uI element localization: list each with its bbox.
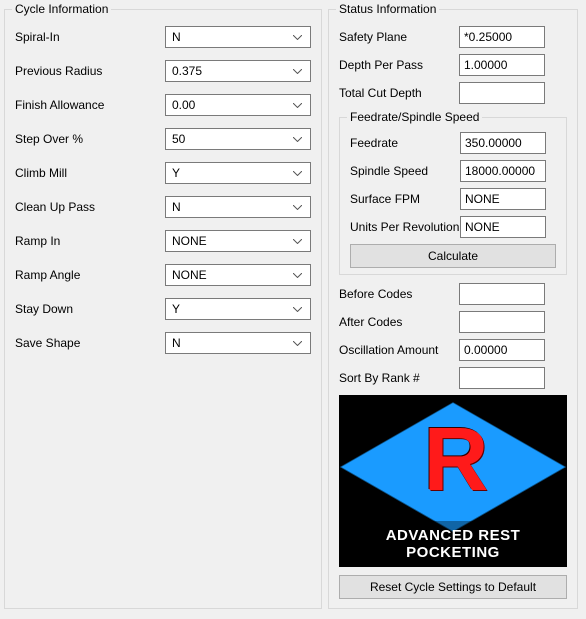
reset-cycle-button[interactable]: Reset Cycle Settings to Default — [339, 575, 567, 599]
combo-stay-down[interactable]: Y — [165, 298, 311, 320]
row-spiral-in: Spiral-In N — [15, 26, 311, 48]
input-units-per-rev[interactable] — [460, 216, 546, 238]
cycle-information-legend: Cycle Information — [12, 2, 111, 16]
row-sort-by-rank: Sort By Rank # — [339, 367, 567, 389]
input-before-codes[interactable] — [459, 283, 545, 305]
label-climb-mill: Climb Mill — [15, 166, 165, 180]
row-climb-mill: Climb Mill Y — [15, 162, 311, 184]
chevron-down-icon — [289, 96, 306, 114]
combo-climb-mill[interactable]: Y — [165, 162, 311, 184]
chevron-down-icon — [289, 232, 306, 250]
combo-previous-radius[interactable]: 0.375 — [165, 60, 311, 82]
label-surface-fpm: Surface FPM — [350, 192, 460, 206]
row-clean-up-pass: Clean Up Pass N — [15, 196, 311, 218]
combo-step-over[interactable]: 50 — [165, 128, 311, 150]
combo-clean-up-pass[interactable]: N — [165, 196, 311, 218]
label-depth-per-pass: Depth Per Pass — [339, 58, 459, 72]
row-surface-fpm: Surface FPM — [350, 188, 556, 210]
row-finish-allowance: Finish Allowance 0.00 — [15, 94, 311, 116]
status-information-legend: Status Information — [336, 2, 439, 16]
row-ramp-angle: Ramp Angle NONE — [15, 264, 311, 286]
chevron-down-icon — [289, 164, 306, 182]
row-step-over: Step Over % 50 — [15, 128, 311, 150]
input-feedrate[interactable] — [460, 132, 546, 154]
row-units-per-rev: Units Per Revolution — [350, 216, 556, 238]
row-stay-down: Stay Down Y — [15, 298, 311, 320]
chevron-down-icon — [289, 198, 306, 216]
input-total-cut-depth[interactable] — [459, 82, 545, 104]
row-save-shape: Save Shape N — [15, 332, 311, 354]
label-total-cut-depth: Total Cut Depth — [339, 86, 459, 100]
input-depth-per-pass[interactable] — [459, 54, 545, 76]
label-feedrate: Feedrate — [350, 136, 460, 150]
row-depth-per-pass: Depth Per Pass — [339, 54, 567, 76]
feedrate-spindle-group: Feedrate/Spindle Speed Feedrate Spindle … — [339, 110, 567, 275]
input-after-codes[interactable] — [459, 311, 545, 333]
combo-finish-allowance[interactable]: 0.00 — [165, 94, 311, 116]
label-oscillation-amount: Oscillation Amount — [339, 343, 459, 357]
label-units-per-rev: Units Per Revolution — [350, 220, 460, 234]
label-safety-plane: Safety Plane — [339, 30, 459, 44]
label-previous-radius: Previous Radius — [15, 64, 165, 78]
input-safety-plane[interactable] — [459, 26, 545, 48]
preview-caption: ADVANCED REST POCKETING — [339, 521, 567, 567]
chevron-down-icon — [289, 28, 306, 46]
combo-ramp-in[interactable]: NONE — [165, 230, 311, 252]
label-spindle-speed: Spindle Speed — [350, 164, 460, 178]
calculate-button[interactable]: Calculate — [350, 244, 556, 268]
label-spiral-in: Spiral-In — [15, 30, 165, 44]
label-stay-down: Stay Down — [15, 302, 165, 316]
row-oscillation-amount: Oscillation Amount — [339, 339, 567, 361]
row-ramp-in: Ramp In NONE — [15, 230, 311, 252]
row-before-codes: Before Codes — [339, 283, 567, 305]
row-total-cut-depth: Total Cut Depth — [339, 82, 567, 104]
label-ramp-in: Ramp In — [15, 234, 165, 248]
chevron-down-icon — [289, 266, 306, 284]
feedrate-spindle-legend: Feedrate/Spindle Speed — [347, 110, 482, 124]
combo-spiral-in[interactable]: N — [165, 26, 311, 48]
input-oscillation-amount[interactable] — [459, 339, 545, 361]
row-feedrate: Feedrate — [350, 132, 556, 154]
label-save-shape: Save Shape — [15, 336, 165, 350]
row-spindle-speed: Spindle Speed — [350, 160, 556, 182]
preview-image: R ADVANCED REST POCKETING — [339, 395, 567, 567]
label-finish-allowance: Finish Allowance — [15, 98, 165, 112]
row-after-codes: After Codes — [339, 311, 567, 333]
status-information-group: Status Information Safety Plane Depth Pe… — [328, 2, 578, 609]
chevron-down-icon — [289, 62, 306, 80]
row-safety-plane: Safety Plane — [339, 26, 567, 48]
combo-ramp-angle[interactable]: NONE — [165, 264, 311, 286]
chevron-down-icon — [289, 130, 306, 148]
input-sort-by-rank[interactable] — [459, 367, 545, 389]
input-spindle-speed[interactable] — [460, 160, 546, 182]
label-after-codes: After Codes — [339, 315, 459, 329]
label-before-codes: Before Codes — [339, 287, 459, 301]
chevron-down-icon — [289, 334, 306, 352]
label-clean-up-pass: Clean Up Pass — [15, 200, 165, 214]
label-step-over: Step Over % — [15, 132, 165, 146]
preview-letter: R — [424, 415, 483, 505]
combo-save-shape[interactable]: N — [165, 332, 311, 354]
cycle-information-group: Cycle Information Spiral-In N Previous R… — [4, 2, 322, 609]
label-sort-by-rank: Sort By Rank # — [339, 371, 459, 385]
input-surface-fpm[interactable] — [460, 188, 546, 210]
label-ramp-angle: Ramp Angle — [15, 268, 165, 282]
chevron-down-icon — [289, 300, 306, 318]
row-previous-radius: Previous Radius 0.375 — [15, 60, 311, 82]
